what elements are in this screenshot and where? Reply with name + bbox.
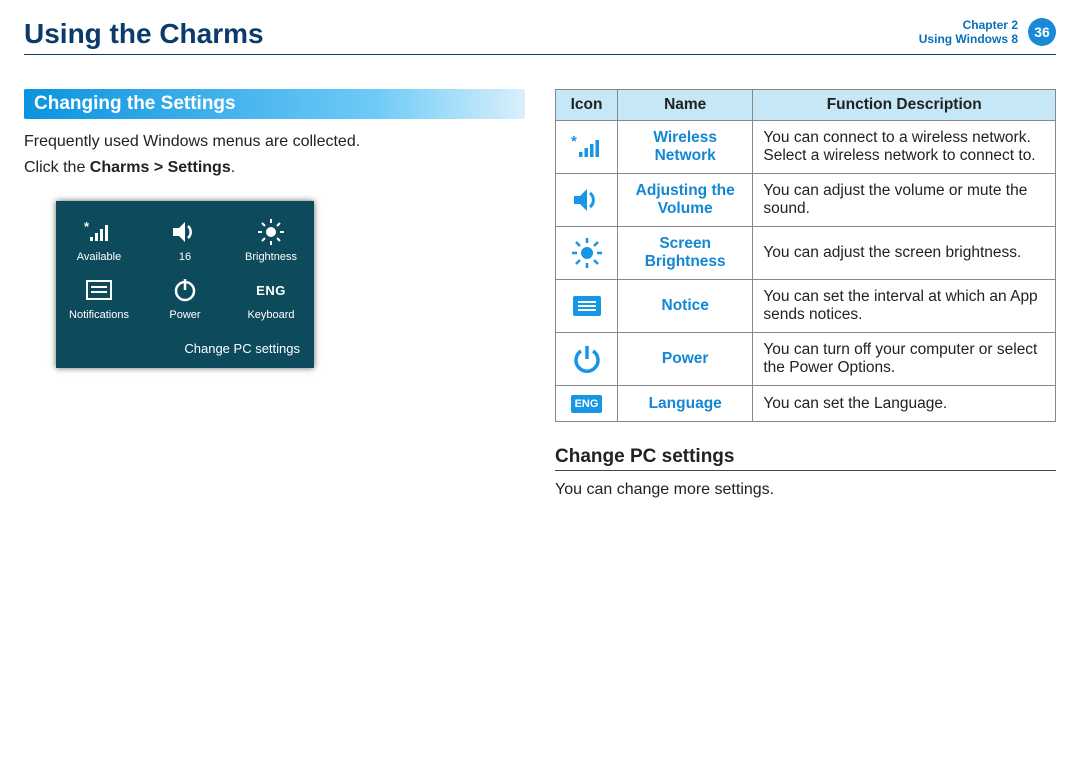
- svg-text:*: *: [571, 135, 577, 150]
- table-row: Notice You can set the interval at which…: [556, 280, 1056, 333]
- feature-name: Notice: [618, 280, 753, 333]
- feature-name: Adjusting the Volume: [618, 174, 753, 227]
- notifications-icon: [556, 280, 618, 333]
- change-pc-settings-text: You can change more settings.: [555, 481, 1056, 499]
- feature-name: Power: [618, 333, 753, 386]
- feature-desc: You can turn off your computer or select…: [753, 333, 1056, 386]
- power-icon: [556, 333, 618, 386]
- ss-label: Keyboard: [236, 309, 306, 321]
- feature-name: Wireless Network: [618, 121, 753, 174]
- ss-item-available: * Available: [64, 217, 134, 263]
- wifi-bars-icon: *: [64, 217, 134, 247]
- intro-text: Frequently used Windows menus are collec…: [24, 131, 525, 153]
- eng-label: ENG: [571, 395, 603, 413]
- chapter-block: Chapter 2 Using Windows 8 36: [919, 18, 1056, 47]
- chapter-line2: Using Windows 8: [919, 32, 1018, 46]
- instruction-line: Click the Charms > Settings.: [24, 159, 525, 177]
- page-title: Using the Charms: [24, 18, 264, 50]
- instruction-prefix: Click the: [24, 159, 90, 176]
- table-row: * Wireless Network You can connect to a …: [556, 121, 1056, 174]
- col-desc: Function Description: [753, 90, 1056, 121]
- power-icon: [150, 275, 220, 305]
- wifi-bars-icon: *: [556, 121, 618, 174]
- eng-text-icon: ENG: [236, 275, 306, 305]
- table-row: Screen Brightness You can adjust the scr…: [556, 227, 1056, 280]
- table-row: ENG Language You can set the Language.: [556, 386, 1056, 422]
- instruction-suffix: .: [231, 159, 235, 176]
- ss-item-brightness: Brightness: [236, 217, 306, 263]
- chapter-text: Chapter 2 Using Windows 8: [919, 18, 1018, 47]
- col-name: Name: [618, 90, 753, 121]
- section-banner: Changing the Settings: [24, 89, 525, 119]
- chapter-line1: Chapter 2: [919, 18, 1018, 32]
- ss-item-volume: 16: [150, 217, 220, 263]
- feature-desc: You can adjust the volume or mute the so…: [753, 174, 1056, 227]
- ss-item-power: Power: [150, 275, 220, 321]
- header: Using the Charms Chapter 2 Using Windows…: [24, 18, 1056, 55]
- features-table: Icon Name Function Description *: [555, 89, 1056, 422]
- table-row: Adjusting the Volume You can adjust the …: [556, 174, 1056, 227]
- ss-label: Available: [64, 251, 134, 263]
- ss-label: Power: [150, 309, 220, 321]
- sun-icon: [556, 227, 618, 280]
- eng-label: ENG: [256, 283, 286, 298]
- feature-name: Screen Brightness: [618, 227, 753, 280]
- right-column: Icon Name Function Description *: [555, 89, 1056, 499]
- ss-item-keyboard: ENG Keyboard: [236, 275, 306, 321]
- ss-label: Notifications: [64, 309, 134, 321]
- left-column: Changing the Settings Frequently used Wi…: [24, 89, 525, 499]
- col-icon: Icon: [556, 90, 618, 121]
- feature-desc: You can connect to a wireless network. S…: [753, 121, 1056, 174]
- ss-item-notifications: Notifications: [64, 275, 134, 321]
- feature-desc: You can adjust the screen brightness.: [753, 227, 1056, 280]
- settings-charm-screenshot: * Available: [56, 201, 314, 368]
- eng-badge-icon: ENG: [556, 386, 618, 422]
- ss-label: 16: [150, 251, 220, 263]
- ss-label: Brightness: [236, 251, 306, 263]
- screenshot-footer: Change PC settings: [56, 333, 314, 368]
- speaker-icon: [556, 174, 618, 227]
- speaker-icon: [150, 217, 220, 247]
- screenshot-row-1: * Available: [56, 217, 314, 263]
- feature-name: Language: [618, 386, 753, 422]
- feature-desc: You can set the Language.: [753, 386, 1056, 422]
- feature-desc: You can set the interval at which an App…: [753, 280, 1056, 333]
- page-number: 36: [1028, 18, 1056, 46]
- notifications-icon: [64, 275, 134, 305]
- sun-icon: [236, 217, 306, 247]
- content-columns: Changing the Settings Frequently used Wi…: [24, 89, 1056, 499]
- screenshot-row-2: Notifications Power ENG Keyboard: [56, 275, 314, 321]
- svg-text:*: *: [84, 221, 90, 234]
- instruction-bold: Charms > Settings: [90, 159, 231, 176]
- table-row: Power You can turn off your computer or …: [556, 333, 1056, 386]
- change-pc-settings-heading: Change PC settings: [555, 446, 1056, 471]
